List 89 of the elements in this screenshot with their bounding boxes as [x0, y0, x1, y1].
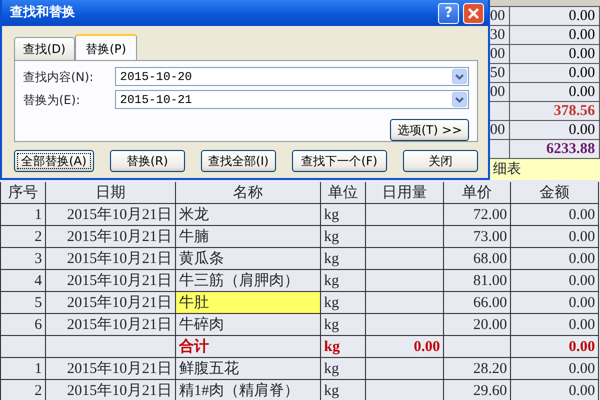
- combo-field[interactable]: 2015-10-20: [115, 67, 469, 86]
- table-cell: 1: [1, 204, 46, 226]
- table-cell: 73.00: [444, 226, 511, 248]
- tab[interactable]: 查找(D): [14, 37, 75, 60]
- table-cell: 黄瓜条: [176, 248, 321, 270]
- table-cell: 2015年10月21日: [46, 270, 176, 292]
- table-cell: 精1#肉（精肩脊）: [176, 380, 321, 400]
- table-cell: 00: [490, 83, 510, 101]
- table-cell: 81.00: [444, 270, 511, 292]
- table-cell: 29.60: [444, 380, 511, 400]
- dialog-button[interactable]: 查找全部(I): [200, 150, 276, 172]
- table-cell: 0.00: [510, 83, 600, 101]
- table-cell: 牛肚: [176, 292, 321, 314]
- table-cell: 00: [490, 45, 510, 63]
- table-cell: kg: [321, 358, 366, 380]
- dropdown-icon[interactable]: [452, 92, 467, 107]
- column-header: 序号: [1, 182, 46, 204]
- table-cell: 2: [1, 380, 46, 400]
- dialog-button[interactable]: 关闭: [402, 150, 478, 172]
- sheet-title: 细表: [490, 159, 600, 180]
- column-header: 日期: [46, 182, 176, 204]
- table-cell: 378.56: [510, 102, 600, 120]
- table-cell: kg: [321, 292, 366, 314]
- table-cell: 50: [490, 64, 510, 82]
- table-cell: 2015年10月21日: [46, 380, 176, 400]
- table-cell: kg: [321, 380, 366, 400]
- table-cell: 00: [490, 7, 510, 25]
- table-cell: 0.00: [511, 292, 599, 314]
- table-cell: kg: [321, 336, 366, 358]
- column-header: 单位: [321, 182, 366, 204]
- table-cell: kg: [321, 204, 366, 226]
- dialog-title: 查找和替换: [10, 4, 76, 22]
- table-cell: 0.00: [366, 336, 444, 358]
- table-cell: 0.00: [511, 204, 599, 226]
- column-header: 日用量: [366, 182, 444, 204]
- column-header: 单价: [444, 182, 511, 204]
- table-cell: 0.00: [511, 226, 599, 248]
- table-cell: 20.00: [444, 314, 511, 336]
- table-cell: 2015年10月21日: [46, 226, 176, 248]
- table-cell: 5: [1, 292, 46, 314]
- table-cell: 2015年10月21日: [46, 204, 176, 226]
- table-cell: 2015年10月21日: [46, 248, 176, 270]
- table-cell: 合计: [176, 336, 321, 358]
- table-cell: 0.00: [511, 358, 599, 380]
- column-header: 金额: [511, 182, 599, 204]
- table-cell: 牛碎肉: [176, 314, 321, 336]
- table-cell: 0.00: [510, 45, 600, 63]
- table-cell: kg: [321, 248, 366, 270]
- field-label: 查找内容(N):: [23, 68, 94, 86]
- table-cell: 0.00: [510, 121, 600, 139]
- options-button[interactable]: 选项(T) >>: [390, 119, 469, 141]
- table-cell: kg: [321, 270, 366, 292]
- table-cell: 72.00: [444, 204, 511, 226]
- table-cell: 2015年10月21日: [46, 358, 176, 380]
- table-cell: kg: [321, 314, 366, 336]
- help-button[interactable]: ?: [438, 2, 459, 24]
- combo-field[interactable]: 2015-10-21: [115, 90, 469, 109]
- table-cell: 0.00: [510, 7, 600, 25]
- table-cell: 2015年10月21日: [46, 314, 176, 336]
- table-cell: 3: [1, 248, 46, 270]
- table-cell: 6233.88: [510, 140, 600, 158]
- table-cell: kg: [321, 226, 366, 248]
- table-cell: 鲜腹五花: [176, 358, 321, 380]
- dialog-button[interactable]: 查找下一个(F): [292, 150, 387, 172]
- tab[interactable]: 替换(P): [74, 34, 138, 61]
- table-cell: 2: [1, 226, 46, 248]
- table-cell: 0.00: [510, 26, 600, 44]
- field-label: 替换为(E):: [23, 92, 81, 108]
- table-cell: 6: [1, 314, 46, 336]
- table-cell: 牛腩: [176, 226, 321, 248]
- table-cell: 0.00: [510, 64, 600, 82]
- table-cell: 米龙: [176, 204, 321, 226]
- table-cell: 0.00: [511, 336, 599, 358]
- dropdown-icon[interactable]: [452, 69, 467, 84]
- table-cell: 00: [490, 121, 510, 139]
- table-cell: 68.00: [444, 248, 511, 270]
- table-cell: 30: [490, 26, 510, 44]
- dialog-button[interactable]: 全部替换(A): [14, 150, 94, 172]
- table-cell: 0.00: [511, 270, 599, 292]
- table-cell: 0.00: [511, 380, 599, 400]
- table-cell: 4: [1, 270, 46, 292]
- dialog-button[interactable]: 替换(R): [110, 150, 185, 172]
- close-icon[interactable]: [463, 2, 484, 24]
- column-header: 名称: [176, 182, 321, 204]
- table-cell: 66.00: [444, 292, 511, 314]
- table-cell: 0.00: [511, 314, 599, 336]
- table-cell: 1: [1, 358, 46, 380]
- table-cell: 0.00: [511, 248, 599, 270]
- table-cell: 28.20: [444, 358, 511, 380]
